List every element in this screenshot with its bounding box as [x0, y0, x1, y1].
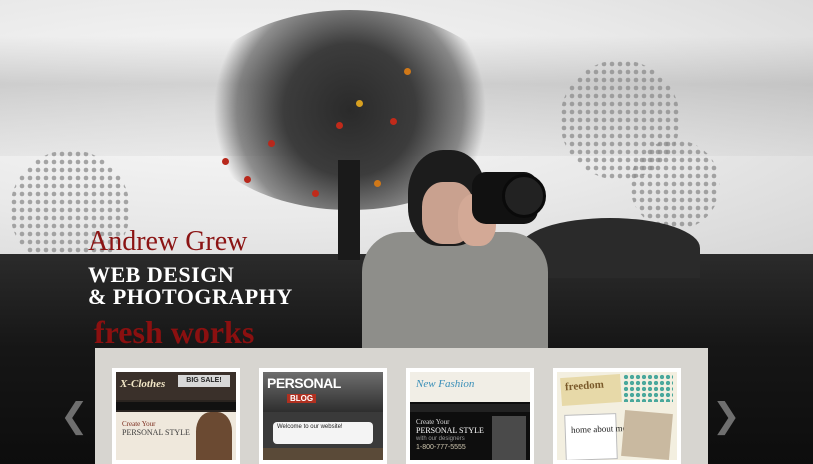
works-gallery-panel: X-Clothes BIG SALE! Create Your PERSONAL… [95, 348, 708, 464]
model-photo [492, 416, 526, 460]
tree-berry [312, 190, 319, 197]
model-photo [196, 412, 232, 460]
tree-berry [356, 100, 363, 107]
sweater [362, 232, 548, 350]
thumb-text: with our designers [416, 436, 465, 442]
fresh-works-heading: fresh works [94, 314, 255, 350]
thumb-image: New Fashion Create Your PERSONAL STYLE w… [410, 372, 530, 460]
thumb-text: PERSONAL STYLE [122, 428, 190, 437]
camera-lens [502, 174, 546, 218]
thumb-nav [116, 402, 236, 410]
thumb-text: Create Your [122, 420, 156, 428]
tree-berry [390, 118, 397, 125]
tree-berry [244, 176, 251, 183]
tree-trunk [338, 160, 360, 260]
work-thumb-new-fashion[interactable]: New Fashion Create Your PERSONAL STYLE w… [406, 368, 534, 464]
work-thumb-freedom[interactable]: freedom home about me [553, 368, 681, 464]
thumb-image: PERSONAL BLOG Welcome to our website! [263, 372, 383, 460]
sale-badge: BIG SALE! [178, 375, 230, 387]
work-thumb-personal-blog[interactable]: PERSONAL BLOG Welcome to our website! [259, 368, 387, 464]
thumb-strip [263, 448, 383, 460]
prev-arrow-button[interactable]: ❮ [60, 398, 89, 434]
tree-berry [336, 122, 343, 129]
halftone-dots-far-right [630, 140, 720, 230]
thumb-phone: 1-800-777-5555 [416, 444, 466, 451]
thumb-nav [410, 404, 530, 412]
next-arrow-button[interactable]: ❯ [712, 398, 741, 434]
site-tagline-line2: & PHOTOGRAPHY [88, 284, 293, 309]
tree-berry [268, 140, 275, 147]
note-card [564, 413, 618, 460]
work-thumb-xclothes[interactable]: X-Clothes BIG SALE! Create Your PERSONAL… [112, 368, 240, 464]
photographer-photo [362, 150, 548, 350]
dot-pattern [623, 374, 673, 402]
welcome-box: Welcome to our website! [273, 422, 373, 444]
site-name: Andrew Grew [88, 226, 248, 257]
blog-tag: BLOG [287, 394, 317, 403]
tree-berry [404, 68, 411, 75]
thumb-image: freedom home about me [557, 372, 677, 460]
thumb-logo: X-Clothes [120, 378, 166, 390]
thumb-image: X-Clothes BIG SALE! Create Your PERSONAL… [116, 372, 236, 460]
thumb-text: home about me [570, 423, 627, 435]
thumb-text: PERSONAL STYLE [416, 426, 484, 435]
tree-berry [222, 158, 229, 165]
photo-collage [621, 409, 673, 460]
thumb-logo: New Fashion [416, 378, 475, 390]
thumb-title: PERSONAL [267, 375, 341, 391]
thumb-text: Create Your [416, 418, 450, 426]
